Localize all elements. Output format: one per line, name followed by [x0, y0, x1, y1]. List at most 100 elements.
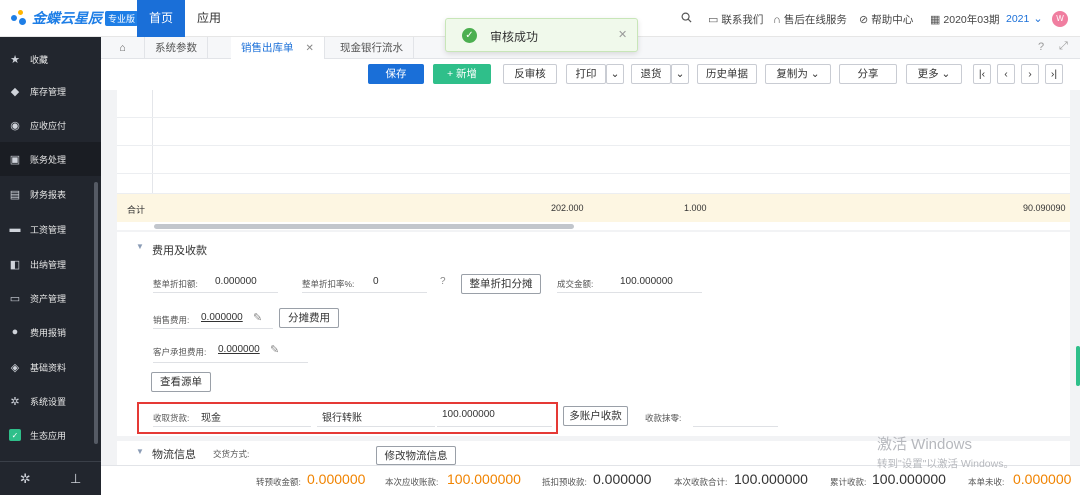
- customer-fee-value[interactable]: 0.000000: [218, 344, 260, 355]
- deduct-advance-value: 0.000000: [593, 471, 652, 487]
- watermark-line-1: 激活 Windows: [877, 436, 973, 453]
- message-icon: ▭: [708, 14, 719, 26]
- view-source-button[interactable]: 查看源单: [151, 372, 211, 392]
- sidebar-item-payroll[interactable]: ▬ 工资管理: [0, 212, 101, 246]
- settings-gear-icon[interactable]: ✲: [20, 471, 31, 487]
- sidebar: ★ 收藏 ◆ 库存管理 ◉ 应收应付 ▣ 账务处理 ▤ 财务报表 ▬ 工资管理 ◧ 出纳管理 …: [0, 37, 101, 495]
- field-underline: [557, 292, 702, 293]
- sum-row: 合计 202.000 1.000 90.090090: [117, 194, 1070, 222]
- logo-icon: [10, 9, 28, 27]
- sidebar-item-settings[interactable]: ✲ 系统设置: [0, 384, 101, 418]
- close-icon[interactable]: ✕: [306, 43, 314, 54]
- help-link[interactable]: ⊘ 帮助中心: [859, 12, 913, 27]
- collapse-triangle-icon[interactable]: ▼: [136, 447, 144, 456]
- tab-system-params[interactable]: 系统参数: [145, 37, 208, 59]
- sum-amount: 90.090090: [1023, 203, 1066, 213]
- sidebar-item-reports[interactable]: ▤ 财务报表: [0, 177, 101, 211]
- year-label: 2021: [1006, 12, 1030, 25]
- edit-logistics-button[interactable]: 修改物流信息: [376, 446, 456, 465]
- help-circle-icon[interactable]: ?: [440, 276, 446, 287]
- edit-pencil-icon[interactable]: ✎: [270, 343, 279, 356]
- return-button[interactable]: 退货: [631, 64, 671, 84]
- search-icon[interactable]: [681, 12, 692, 23]
- more-button[interactable]: 更多 ⌄: [906, 64, 962, 84]
- field-underline: [153, 328, 273, 329]
- return-dropdown[interactable]: ⌄: [671, 64, 689, 84]
- sidebar-item-assets[interactable]: ▭ 资产管理: [0, 281, 101, 315]
- sidebar-item-inventory[interactable]: ◆ 库存管理: [0, 74, 101, 108]
- side-feedback-tab[interactable]: [1076, 346, 1080, 386]
- history-button[interactable]: 历史单据: [697, 64, 757, 84]
- print-dropdown[interactable]: ⌄: [606, 64, 624, 84]
- sidebar-item-accounting[interactable]: ▣ 账务处理: [0, 142, 101, 176]
- prev-record-button[interactable]: ‹: [997, 64, 1015, 84]
- copy-as-button[interactable]: 复制为 ⌄: [765, 64, 831, 84]
- home-tab[interactable]: ⌂: [101, 37, 145, 59]
- help-circle-icon[interactable]: ?: [1038, 41, 1044, 53]
- edit-pencil-icon[interactable]: ✎: [253, 311, 262, 324]
- entry-grid: 合计 202.000 1.000 90.090090: [117, 90, 1070, 230]
- print-button[interactable]: 打印: [566, 64, 606, 84]
- sidebar-item-cashier[interactable]: ◧ 出纳管理: [0, 247, 101, 281]
- sidebar-item-expenses[interactable]: ● 费用报销: [0, 315, 101, 349]
- add-button[interactable]: + 新增: [433, 64, 491, 84]
- tab-cash-bank[interactable]: 现金银行流水: [330, 37, 414, 59]
- field-underline: [153, 362, 308, 363]
- nav-home[interactable]: 首页: [137, 0, 186, 37]
- discount-rate-input[interactable]: 0: [373, 276, 379, 287]
- chevron-right-icon: ›: [1028, 68, 1032, 80]
- close-icon[interactable]: ✕: [618, 28, 627, 41]
- nav-apps[interactable]: 应用: [185, 0, 233, 37]
- asset-icon: ▭: [9, 292, 21, 305]
- sidebar-item-label: 生态应用: [30, 430, 67, 441]
- deal-amount-value: 100.000000: [620, 276, 673, 287]
- table-row[interactable]: [117, 146, 1070, 174]
- multi-account-button[interactable]: 多账户收款: [563, 406, 628, 426]
- collapse-triangle-icon[interactable]: ▼: [136, 242, 144, 251]
- avatar[interactable]: W: [1052, 11, 1068, 27]
- period-selector[interactable]: ▦ 2020年03期: [930, 12, 999, 27]
- sales-fee-value[interactable]: 0.000000: [201, 312, 243, 323]
- app-logo[interactable]: 金蝶云星辰 专业版: [10, 8, 139, 28]
- contact-link[interactable]: ▭ 联系我们: [708, 12, 763, 27]
- tab-sales-outbound[interactable]: 销售出库单 ✕: [231, 37, 325, 59]
- section-title: 物流信息: [152, 449, 196, 461]
- discount-amount-label: 整单折扣额:: [153, 279, 198, 289]
- discount-amount-input[interactable]: 0.000000: [215, 276, 257, 287]
- table-row[interactable]: [117, 174, 1070, 194]
- sidebar-item-basics[interactable]: ◈ 基础资料: [0, 350, 101, 384]
- last-record-button[interactable]: ›|: [1045, 64, 1063, 84]
- sidebar-item-label: 基础资料: [30, 362, 67, 373]
- round-off-input[interactable]: [693, 426, 778, 427]
- next-record-button[interactable]: ›: [1021, 64, 1039, 84]
- table-row[interactable]: [117, 118, 1070, 146]
- sidebar-item-label: 账务处理: [30, 154, 67, 165]
- share-button[interactable]: 分享: [839, 64, 897, 84]
- success-toast: ✓ 审核成功 ✕: [445, 18, 638, 52]
- year-selector[interactable]: 2021 ⌄: [1006, 12, 1046, 26]
- split-discount-button[interactable]: 整单折扣分摊: [461, 274, 541, 294]
- pin-icon[interactable]: ⊥: [70, 471, 81, 487]
- receivable-value: 100.000000: [447, 471, 521, 487]
- table-row[interactable]: [117, 90, 1070, 118]
- unaudit-button[interactable]: 反审核: [503, 64, 557, 84]
- sidebar-item-ecosystem[interactable]: ✓ 生态应用: [0, 418, 101, 452]
- after-sales-link[interactable]: ∩ 售后在线服务: [773, 12, 847, 27]
- sidebar-scrollbar[interactable]: [94, 182, 98, 444]
- grid-horizontal-scrollbar[interactable]: [154, 224, 574, 229]
- toast-message: 审核成功: [490, 30, 539, 44]
- sales-fee-label: 销售费用:: [153, 315, 190, 325]
- split-fee-button[interactable]: 分摊费用: [279, 308, 339, 328]
- sidebar-item-receivables[interactable]: ◉ 应收应付: [0, 108, 101, 142]
- save-button[interactable]: 保存: [368, 64, 424, 84]
- field-underline: [153, 292, 278, 293]
- fullscreen-icon[interactable]: ⤢: [1059, 40, 1068, 53]
- fees-section: ▼ 费用及收款 整单折扣额: 0.000000 整单折扣率%: 0 ? 整单折扣…: [117, 232, 1070, 436]
- sidebar-item-favorites[interactable]: ★ 收藏: [0, 42, 101, 76]
- delivery-method-label: 交货方式:: [213, 449, 250, 459]
- sidebar-item-label: 收藏: [30, 54, 49, 65]
- first-record-button[interactable]: |‹: [973, 64, 991, 84]
- unpaid-value: 0.000000: [1013, 471, 1072, 487]
- sidebar-item-label: 资产管理: [30, 293, 67, 304]
- transfer-advance-label: 转预收金额:: [256, 477, 301, 487]
